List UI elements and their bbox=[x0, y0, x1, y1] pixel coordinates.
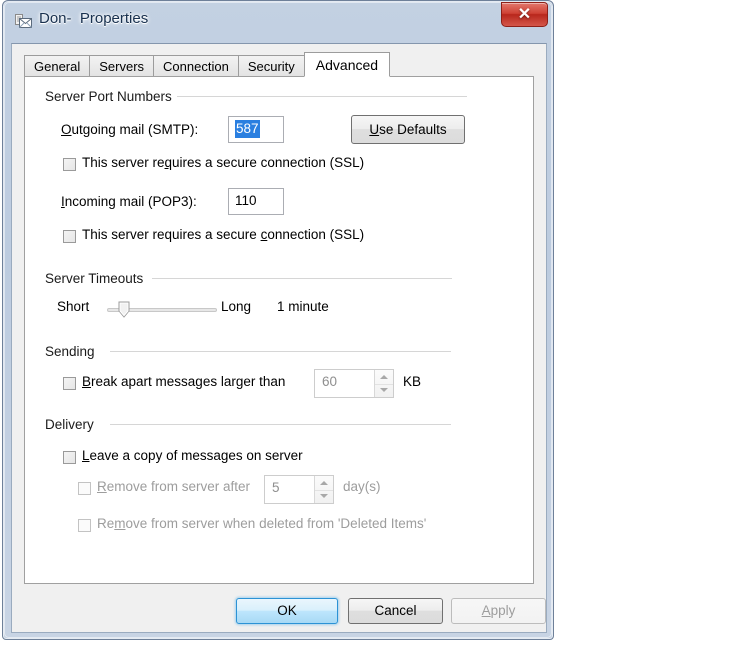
group-rule-sending bbox=[110, 351, 451, 352]
outgoing-mail-label-text: utgoing mail (SMTP): bbox=[71, 122, 199, 137]
tab-connection[interactable]: Connection bbox=[153, 55, 239, 76]
tab-general[interactable]: General bbox=[24, 55, 91, 76]
window-title: Don- Properties bbox=[39, 10, 149, 27]
timeout-long-label: Long bbox=[221, 299, 252, 314]
tab-security[interactable]: Security bbox=[237, 55, 305, 76]
ssl-outgoing-checkbox[interactable] bbox=[63, 158, 76, 171]
timeout-slider-thumb[interactable] bbox=[118, 301, 130, 318]
incoming-port-input[interactable]: 110 bbox=[228, 188, 284, 215]
group-rule-server-port-numbers bbox=[177, 96, 467, 97]
apply-button: Apply bbox=[451, 598, 546, 624]
remove-when-deleted-label[interactable]: Remove from server when deleted from 'De… bbox=[97, 516, 426, 531]
ok-button[interactable]: OK bbox=[236, 598, 338, 624]
apply-accel: A bbox=[481, 603, 491, 618]
remove-after-checkbox[interactable] bbox=[78, 482, 91, 495]
timeout-value-label: 1 minute bbox=[277, 299, 329, 314]
remove-when-deleted-accel: m bbox=[114, 516, 126, 531]
title-bar[interactable]: Don- Properties ✕ bbox=[3, 1, 553, 43]
remove-when-deleted-post: ove from server when deleted from 'Delet… bbox=[125, 516, 427, 531]
ssl-outgoing-accel: q bbox=[164, 155, 173, 170]
group-label-server-port-numbers: Server Port Numbers bbox=[45, 89, 172, 104]
use-defaults-accel: U bbox=[369, 122, 380, 137]
mail-account-icon bbox=[15, 13, 33, 29]
timeout-short-label: Short bbox=[57, 299, 90, 314]
break-apart-spin-up-icon[interactable] bbox=[375, 370, 393, 385]
ssl-incoming-post: onnection (SSL) bbox=[267, 227, 365, 242]
break-apart-accel: B bbox=[82, 374, 92, 389]
group-rule-server-timeouts bbox=[152, 278, 452, 279]
use-defaults-button[interactable]: Use Defaults bbox=[351, 115, 465, 144]
remove-after-spin-up-icon[interactable] bbox=[315, 476, 333, 491]
group-label-sending: Sending bbox=[45, 344, 95, 359]
incoming-mail-label: Incoming mail (POP3): bbox=[61, 194, 197, 209]
ssl-incoming-pre: This server requires a secure bbox=[82, 227, 261, 242]
leave-copy-accel: L bbox=[82, 448, 90, 463]
break-apart-spin-buttons[interactable] bbox=[374, 370, 393, 397]
ssl-incoming-checkbox[interactable] bbox=[63, 230, 76, 243]
use-defaults-label: se Defaults bbox=[379, 122, 447, 137]
leave-copy-post: eave a copy of messages on server bbox=[89, 448, 303, 463]
group-label-delivery: Delivery bbox=[45, 417, 94, 432]
remove-after-spin-buttons[interactable] bbox=[314, 476, 333, 503]
break-apart-spin-down-icon[interactable] bbox=[375, 384, 393, 398]
remove-after-post: emove from server after bbox=[106, 479, 251, 494]
break-apart-checkbox[interactable] bbox=[63, 377, 76, 390]
incoming-port-value: 110 bbox=[235, 193, 257, 208]
close-button[interactable]: ✕ bbox=[501, 2, 548, 27]
break-apart-size-spinner[interactable]: 60 bbox=[314, 369, 394, 398]
remove-after-days-spinner[interactable]: 5 bbox=[264, 475, 334, 504]
leave-copy-checkbox[interactable] bbox=[63, 451, 76, 464]
tab-strip: General Servers Connection Security Adva… bbox=[24, 52, 391, 77]
cancel-button[interactable]: Cancel bbox=[348, 598, 443, 624]
properties-dialog-window: Don- Properties ✕ General Servers Connec… bbox=[2, 0, 554, 640]
incoming-mail-label-text: ncoming mail (POP3): bbox=[64, 194, 197, 209]
outgoing-port-input[interactable]: 587 bbox=[228, 116, 284, 143]
outgoing-mail-label: Outgoing mail (SMTP): bbox=[61, 122, 198, 137]
ssl-incoming-label[interactable]: This server requires a secure connection… bbox=[82, 227, 364, 242]
tab-servers[interactable]: Servers bbox=[89, 55, 155, 76]
remove-after-label[interactable]: Remove from server after bbox=[97, 479, 250, 494]
remove-after-days-unit-label: day(s) bbox=[343, 479, 381, 494]
remove-when-deleted-pre: Re bbox=[97, 516, 115, 531]
group-rule-delivery bbox=[110, 424, 451, 425]
remove-after-days-value: 5 bbox=[272, 480, 280, 495]
close-icon: ✕ bbox=[517, 5, 532, 23]
apply-label: pply bbox=[490, 603, 516, 618]
tab-advanced[interactable]: Advanced bbox=[303, 52, 391, 77]
advanced-tab-panel: Server Port Numbers Outgoing mail (SMTP)… bbox=[24, 76, 534, 584]
outgoing-port-value: 587 bbox=[235, 120, 260, 138]
group-label-server-timeouts: Server Timeouts bbox=[45, 271, 144, 286]
ssl-outgoing-pre: This server re bbox=[82, 155, 165, 170]
break-apart-post: reak apart messages larger than bbox=[91, 374, 286, 389]
ssl-outgoing-label[interactable]: This server requires a secure connection… bbox=[82, 155, 364, 170]
ssl-outgoing-post: uires a secure connection (SSL) bbox=[172, 155, 365, 170]
leave-copy-label[interactable]: Leave a copy of messages on server bbox=[82, 448, 303, 463]
break-apart-label[interactable]: Break apart messages larger than bbox=[82, 374, 285, 389]
remove-after-accel: R bbox=[97, 479, 107, 494]
break-apart-unit-label: KB bbox=[403, 374, 422, 389]
dialog-client-area: General Servers Connection Security Adva… bbox=[11, 43, 547, 633]
break-apart-size-value: 60 bbox=[322, 374, 338, 389]
remove-after-spin-down-icon[interactable] bbox=[315, 490, 333, 504]
remove-when-deleted-checkbox[interactable] bbox=[78, 519, 91, 532]
outgoing-mail-accel: O bbox=[61, 122, 72, 137]
